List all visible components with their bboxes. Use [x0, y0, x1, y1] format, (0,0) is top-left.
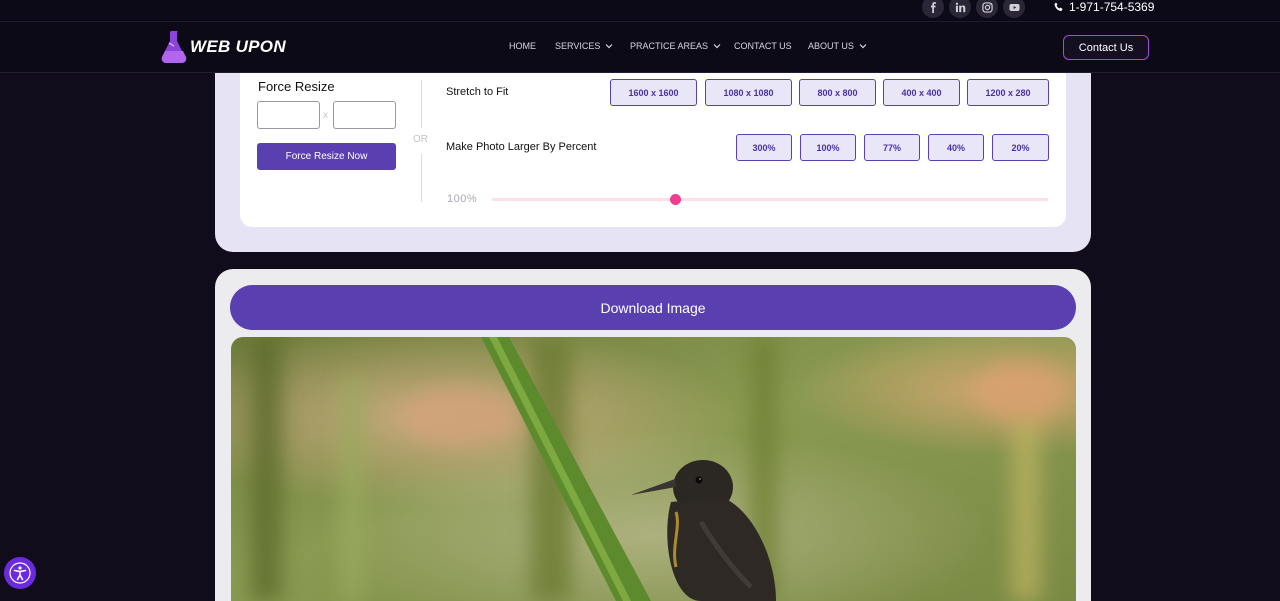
force-resize-title: Force Resize: [258, 79, 335, 94]
nav-item-about-us[interactable]: ABOUT US: [808, 41, 867, 51]
divider: [421, 154, 422, 202]
stretch-option-button[interactable]: 800 x 800: [799, 79, 876, 106]
percent-option-button[interactable]: 20%: [992, 134, 1049, 161]
preview-image: [231, 337, 1076, 601]
logo-text: WEB UPON: [190, 37, 286, 56]
linkedin-icon[interactable]: [949, 0, 971, 18]
chevron-down-icon: [713, 44, 721, 49]
contact-us-button[interactable]: Contact Us: [1063, 35, 1149, 60]
nav-item-services[interactable]: SERVICES: [555, 41, 613, 51]
nav-item-label: HOME: [509, 41, 536, 51]
nav-item-practice-areas[interactable]: PRACTICE AREAS: [630, 41, 721, 51]
nav-item-label: PRACTICE AREAS: [630, 41, 709, 51]
stretch-option-button[interactable]: 1200 x 280: [967, 79, 1049, 106]
bird-photo: [231, 337, 1076, 601]
height-input[interactable]: [333, 101, 396, 129]
stretch-option-button[interactable]: 1600 x 1600: [610, 79, 697, 106]
percent-option-button[interactable]: 100%: [800, 134, 856, 161]
site-logo[interactable]: WEB UPON: [160, 29, 286, 65]
accessibility-icon: [9, 562, 31, 584]
nav-item-label: ABOUT US: [808, 41, 854, 51]
instagram-icon[interactable]: [976, 0, 998, 18]
resize-slider-track[interactable]: [492, 198, 1048, 201]
resize-slider-thumb[interactable]: [669, 194, 681, 205]
divider: [421, 80, 422, 128]
stretch-option-button[interactable]: 1080 x 1080: [705, 79, 792, 106]
stretch-to-fit-label: Stretch to Fit: [446, 86, 509, 98]
stretch-option-button[interactable]: 400 x 400: [883, 79, 960, 106]
nav-item-label: SERVICES: [555, 41, 601, 51]
youtube-icon[interactable]: [1003, 0, 1025, 18]
nav-item-home[interactable]: HOME: [509, 41, 536, 51]
flask-logo-icon: [161, 31, 187, 63]
percent-option-button[interactable]: 40%: [928, 134, 984, 161]
or-label: OR: [413, 134, 428, 145]
percent-option-button[interactable]: 77%: [864, 134, 920, 161]
phone-number: 1-971-754-5369: [1069, 0, 1155, 14]
force-resize-button[interactable]: Force Resize Now: [257, 143, 396, 170]
dimension-separator: x: [323, 110, 328, 121]
phone-icon: [1054, 2, 1063, 11]
accessibility-button[interactable]: [4, 557, 36, 589]
phone-contact[interactable]: 1-971-754-5369: [1054, 0, 1154, 14]
chevron-down-icon: [605, 44, 613, 49]
download-image-button[interactable]: Download Image: [230, 285, 1076, 330]
facebook-icon[interactable]: [922, 0, 944, 18]
make-larger-label: Make Photo Larger By Percent: [446, 141, 597, 153]
chevron-down-icon: [859, 44, 867, 49]
percent-option-button[interactable]: 300%: [736, 134, 792, 161]
nav-item-contact-us[interactable]: CONTACT US: [734, 41, 792, 51]
width-input[interactable]: [257, 101, 320, 129]
main-navigation: WEB UPON HOME SERVICES PRACTICE AREAS CO…: [0, 22, 1280, 73]
nav-item-label: CONTACT US: [734, 41, 792, 51]
top-bar: 1-971-754-5369: [0, 0, 1280, 22]
slider-value-label: 100%: [447, 193, 478, 205]
